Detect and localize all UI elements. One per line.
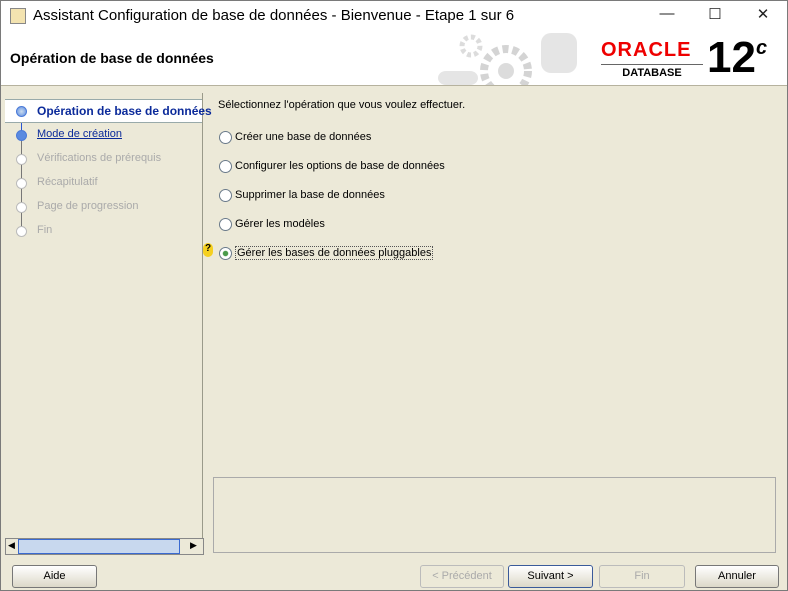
scroll-left-icon[interactable]: ◀	[8, 540, 15, 551]
step-creation-mode[interactable]: Mode de création	[5, 124, 202, 146]
window-title: Assistant Configuration de base de donné…	[33, 7, 515, 24]
step-operation: Opération de base de données	[5, 99, 212, 123]
back-button[interactable]: < Précédent	[420, 565, 504, 588]
step-progress: Page de progression	[5, 196, 202, 218]
step-prerequisites: Vérifications de prérequis	[5, 148, 202, 170]
step-finish: Fin	[5, 220, 202, 242]
gears-database-graphic-icon	[438, 33, 577, 85]
scrollbar-thumb[interactable]	[18, 539, 180, 554]
version-logo: 12c	[707, 33, 768, 82]
next-button[interactable]: Suivant >	[508, 565, 593, 588]
minimize-button[interactable]: —	[647, 5, 687, 22]
horizontal-scrollbar[interactable]: ◀ ▶	[5, 538, 204, 555]
prompt-text: Sélectionnez l'opération que vous voulez…	[218, 99, 466, 111]
step-summary: Récapitulatif	[5, 172, 202, 194]
dbca-window: Assistant Configuration de base de donné…	[0, 0, 788, 591]
message-area	[213, 477, 776, 553]
steps-panel: Opération de base de données Mode de cré…	[5, 93, 212, 553]
page-title: Opération de base de données	[10, 50, 214, 66]
maximize-button[interactable]: ☐	[695, 5, 735, 23]
help-button[interactable]: Aide	[12, 565, 97, 588]
finish-button[interactable]: Fin	[599, 565, 685, 588]
hint-bulb-icon: ?	[203, 243, 213, 257]
scroll-right-icon[interactable]: ▶	[190, 540, 197, 551]
title-bar: Assistant Configuration de base de donné…	[1, 1, 787, 31]
cancel-button[interactable]: Annuler	[695, 565, 779, 588]
app-icon	[10, 8, 26, 24]
oracle-logo: ORACLE	[601, 39, 692, 61]
close-button[interactable]: ✕	[743, 5, 783, 23]
database-logo-text: DATABASE	[601, 64, 703, 79]
header: Opération de base de données ORACLE DATA…	[1, 31, 787, 86]
